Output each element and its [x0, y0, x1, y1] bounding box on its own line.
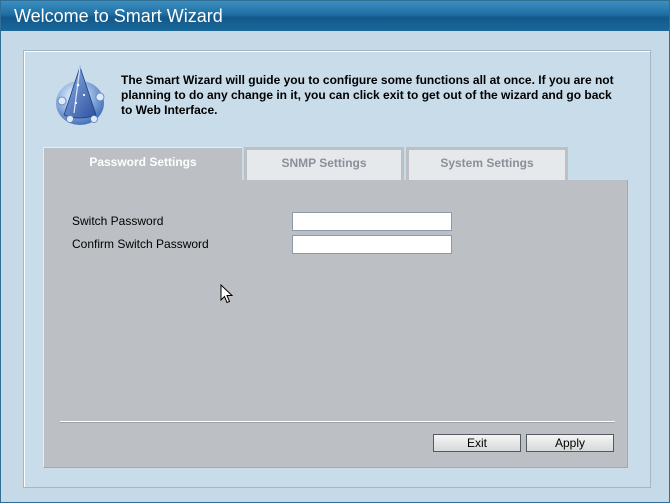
tab-snmp-settings[interactable]: SNMP Settings	[244, 147, 404, 180]
window-title: Welcome to Smart Wizard	[14, 6, 223, 26]
intro-text: The Smart Wizard will guide you to confi…	[121, 73, 614, 117]
confirm-switch-password-label: Confirm Switch Password	[72, 237, 209, 251]
apply-button[interactable]: Apply	[526, 434, 614, 452]
tab-system-settings[interactable]: System Settings	[406, 147, 568, 180]
title-bar: Welcome to Smart Wizard	[1, 1, 669, 31]
tab-password-settings[interactable]: Password Settings	[43, 147, 242, 180]
switch-password-input[interactable]	[292, 212, 452, 231]
switch-password-label: Switch Password	[72, 214, 164, 228]
wizard-hat-icon	[56, 65, 105, 125]
form-divider	[60, 421, 615, 423]
mouse-pointer-icon	[220, 284, 234, 304]
exit-button[interactable]: Exit	[433, 434, 521, 452]
confirm-switch-password-input[interactable]	[292, 235, 452, 254]
